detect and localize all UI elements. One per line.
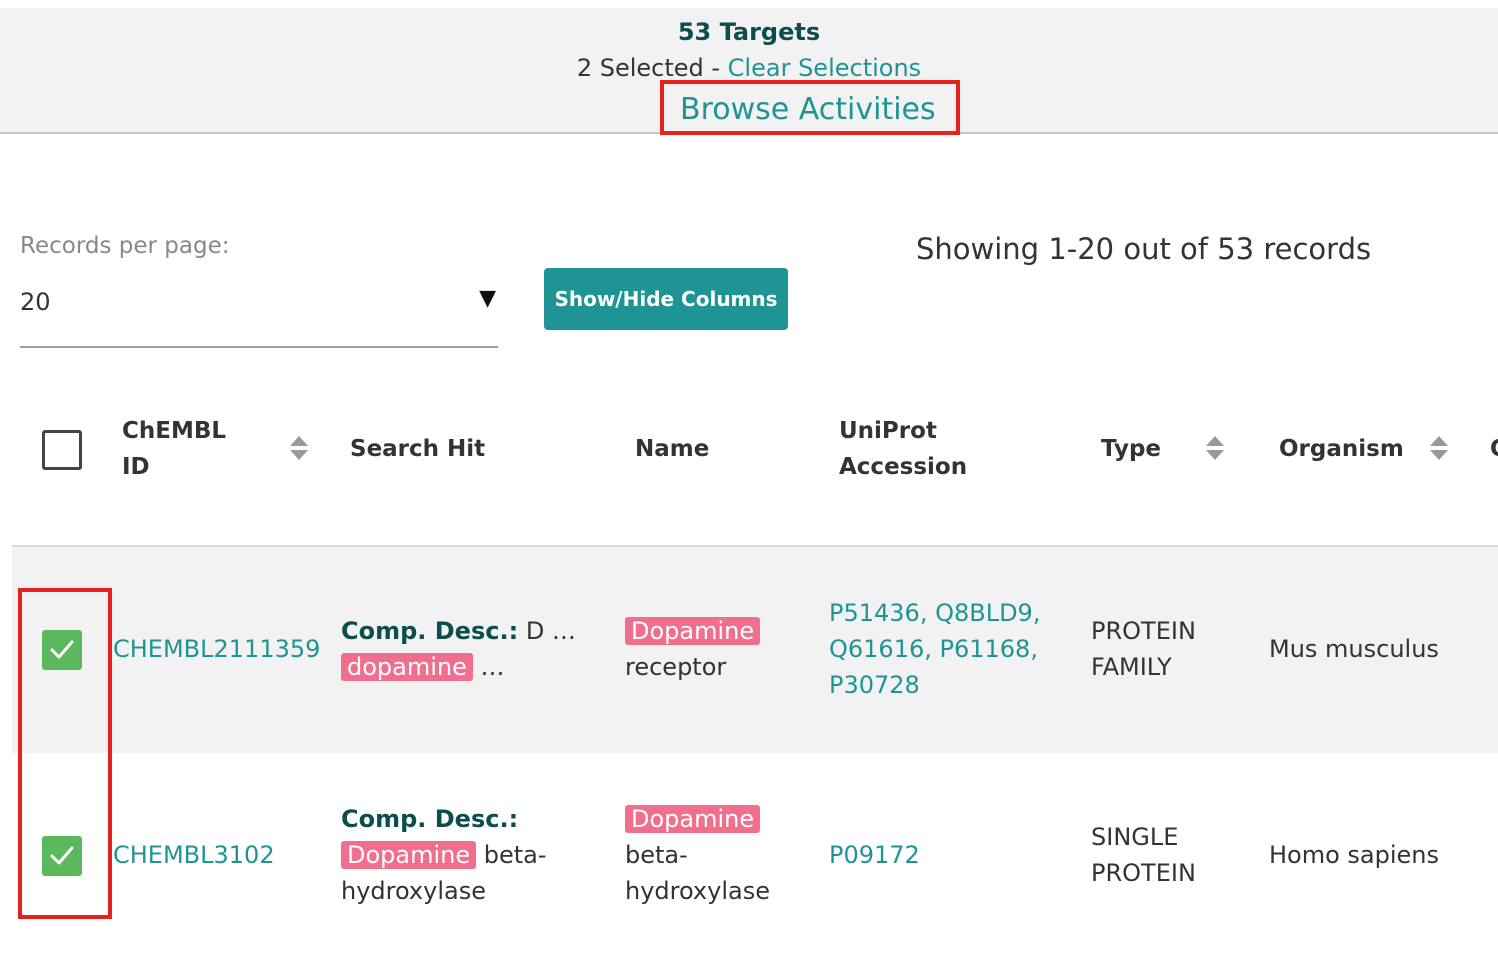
organism-cell: Homo sapiens (1269, 841, 1440, 869)
search-hit-cell: Comp. Desc.: D … dopamine … (341, 617, 576, 681)
header-name: Name (635, 436, 710, 462)
header-search-hit: Search Hit (350, 436, 486, 462)
records-per-page-value: 20 (20, 288, 51, 316)
targets-count: 53 Targets (677, 18, 821, 46)
chembl-id-link[interactable]: CHEMBL3102 (113, 837, 275, 873)
header-chembl-id[interactable]: ChEMBL ID (122, 413, 226, 485)
header-uniprot-accession: UniProt Accession (839, 418, 968, 480)
records-per-page-select[interactable]: 20 ▼ (20, 282, 498, 348)
chembl-id-link[interactable]: CHEMBL2111359 (113, 631, 320, 667)
search-hit-label: Comp. Desc.: (341, 617, 519, 645)
search-hit-cell: Comp. Desc.: Dopamine beta- hydroxylase (341, 801, 611, 909)
name-highlight: Dopamine (625, 617, 761, 645)
search-hit-label: Comp. Desc.: (341, 805, 519, 833)
dropdown-arrow-icon: ▼ (479, 286, 496, 311)
search-hit-highlight: dopamine (341, 653, 473, 681)
clear-selections-link[interactable]: Clear Selections (728, 54, 922, 82)
selection-status: 2 Selected - Clear Selections (0, 54, 1498, 82)
annotation-box-browse (660, 80, 960, 135)
header-next-column-partial: C (1490, 431, 1498, 467)
type-cell: SINGLE PROTEIN (1091, 823, 1196, 887)
name-cell: Dopamine beta- hydroxylase (625, 805, 770, 905)
show-hide-columns-button[interactable]: Show/Hide Columns (544, 268, 788, 330)
type-cell: PROTEIN FAMILY (1091, 617, 1196, 681)
search-hit-highlight: Dopamine (341, 841, 477, 869)
selected-count: 2 Selected (576, 54, 704, 82)
name-cell: Dopamine receptor (625, 613, 761, 685)
header-type[interactable]: Type (1101, 431, 1161, 467)
select-all-checkbox[interactable] (42, 430, 82, 470)
uniprot-accession-link[interactable]: P09172 (829, 837, 920, 873)
separator: - (703, 54, 728, 82)
name-highlight: Dopamine (625, 805, 761, 833)
uniprot-accession-links[interactable]: P51436, Q8BLD9, Q61616, P61168, P30728 (829, 595, 1040, 703)
records-showing-text: Showing 1-20 out of 53 records (916, 232, 1372, 266)
header-organism[interactable]: Organism (1279, 431, 1404, 467)
organism-cell: Mus musculus (1269, 635, 1439, 663)
annotation-box-checkboxes (18, 588, 112, 919)
records-per-page-label: Records per page: (20, 233, 230, 259)
